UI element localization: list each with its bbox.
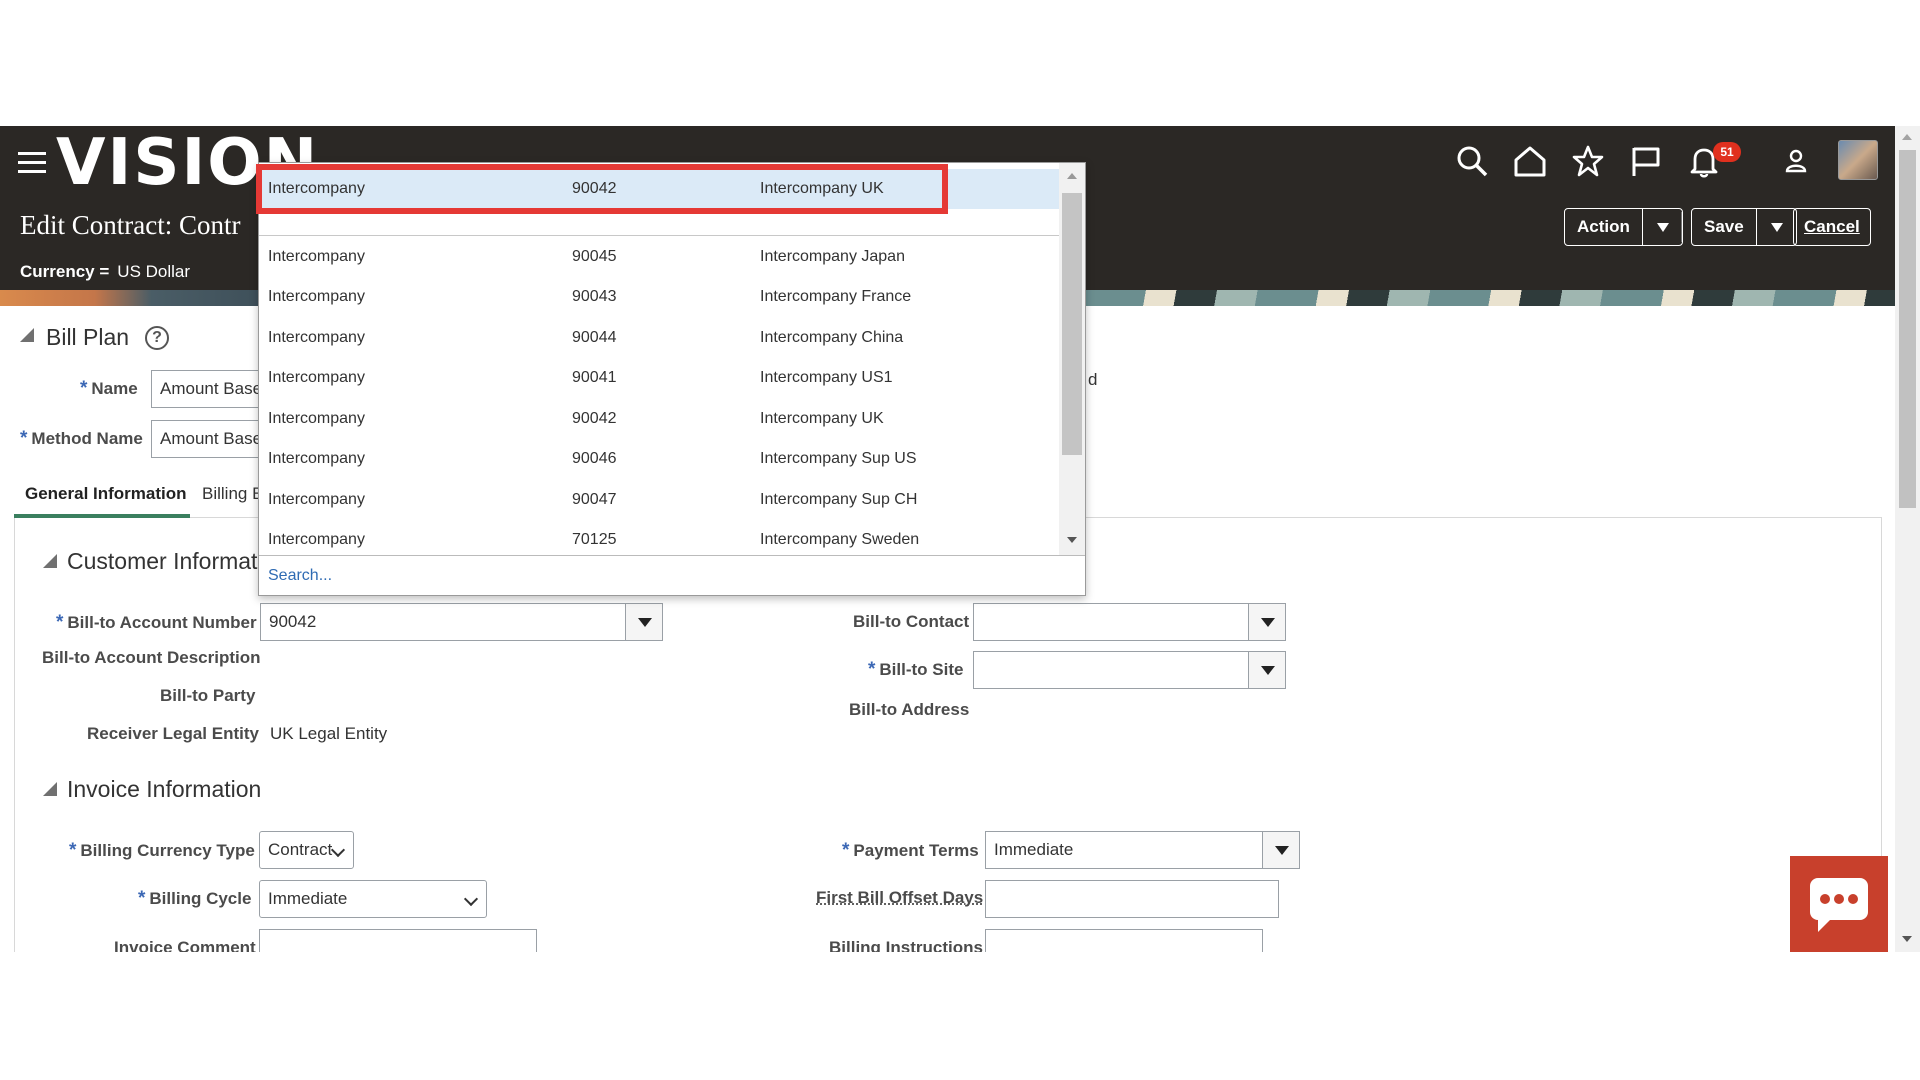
dropdown-option[interactable]: Intercompany 70125 Intercompany Sweden (259, 520, 1059, 557)
dropdown-options: Intercompany 90042 Intercompany UK Inter… (259, 163, 1059, 557)
chat-bubble-icon (1810, 878, 1868, 932)
page-scrollbar[interactable] (1895, 126, 1920, 952)
bill-to-account-number-dropdown-icon[interactable] (625, 603, 663, 641)
home-icon[interactable] (1513, 144, 1547, 178)
currency-label: Currency = (20, 262, 110, 281)
billing-currency-type-label: * Billing Currency Type (69, 840, 255, 861)
invoice-info-title: Invoice Information (67, 776, 262, 802)
scroll-thumb[interactable] (1062, 193, 1082, 455)
notification-count-badge: 51 (1713, 142, 1741, 162)
user-avatar[interactable] (1838, 140, 1878, 180)
bill-to-address-label: Bill-to Address (849, 700, 970, 719)
dropdown-option[interactable]: Intercompany 90044 Intercompany China (259, 318, 1059, 358)
currency-value: US Dollar (117, 262, 191, 281)
scroll-thumb[interactable] (1899, 150, 1916, 508)
save-dropdown-icon[interactable] (1755, 209, 1796, 245)
invoice-comment-label: Invoice Comment (114, 938, 256, 952)
method-name-input[interactable]: Amount Based (151, 420, 261, 458)
bill-to-site-input[interactable] (973, 651, 1251, 689)
invoice-comment-input[interactable] (259, 929, 537, 952)
tab-general-information[interactable]: General Information (25, 484, 187, 504)
dropdown-footer-divider (259, 555, 1085, 556)
bill-plan-collapse-icon[interactable] (20, 328, 34, 342)
chat-button[interactable] (1790, 856, 1888, 952)
billing-cycle-label: * Billing Cycle (138, 888, 252, 909)
dropdown-option[interactable]: Intercompany 90047 Intercompany Sup CH (259, 480, 1059, 520)
action-menu-button[interactable]: Action (1564, 208, 1683, 246)
dropdown-option-selected[interactable]: Intercompany 90042 Intercompany UK (259, 169, 1059, 209)
customer-info-title: Customer Informatic (67, 548, 275, 574)
favorites-star-icon[interactable] (1571, 144, 1605, 178)
payment-terms-label: * Payment Terms (842, 840, 979, 861)
action-dropdown-icon[interactable] (1641, 209, 1682, 245)
billing-cycle-select[interactable]: Immediate (259, 880, 487, 918)
bill-to-party-label: Bill-to Party (160, 686, 256, 705)
save-button-label: Save (1704, 217, 1744, 236)
billing-instructions-input[interactable] (985, 929, 1263, 952)
payment-terms-input[interactable]: Immediate (985, 831, 1265, 869)
billing-instructions-label: Billing Instructions (829, 938, 983, 952)
chevron-down-icon (330, 842, 346, 858)
first-bill-offset-days-input[interactable] (985, 880, 1279, 918)
name-label: * Name (80, 378, 138, 399)
first-bill-offset-days-label[interactable]: First Bill Offset Days (816, 888, 983, 908)
bill-to-contact-dropdown-icon[interactable] (1248, 603, 1286, 641)
partial-field-text: d (1088, 370, 1098, 389)
dropdown-option[interactable]: Intercompany 90046 Intercompany Sup US (259, 439, 1059, 479)
save-button[interactable]: Save (1691, 208, 1797, 246)
customer-info-collapse-icon[interactable] (43, 554, 57, 568)
dropdown-scrollbar[interactable] (1059, 163, 1085, 555)
dropdown-option[interactable]: Intercompany 90041 Intercompany US1 (259, 358, 1059, 398)
scroll-up-icon[interactable] (1902, 134, 1912, 140)
bill-to-account-number-label: * Bill-to Account Number (56, 612, 257, 633)
app-screen: VISION Edit Contract: Contr Currency = US… (0, 126, 1920, 952)
dropdown-option[interactable]: Intercompany 90045 Intercompany Japan (259, 237, 1059, 277)
page-title: Edit Contract: Contr (20, 210, 241, 240)
currency-info: Currency = US Dollar (20, 262, 190, 282)
payment-terms-dropdown-icon[interactable] (1262, 831, 1300, 869)
decorative-banner-right (1085, 290, 1895, 306)
receiver-legal-entity-value: UK Legal Entity (270, 724, 388, 743)
dropdown-option[interactable]: Intercompany 90043 Intercompany France (259, 277, 1059, 317)
user-icon[interactable] (1779, 144, 1813, 178)
action-button-label: Action (1577, 217, 1630, 236)
watchlist-flag-icon[interactable] (1629, 144, 1663, 178)
invoice-info-collapse-icon[interactable] (43, 782, 57, 796)
bill-to-contact-input[interactable] (973, 603, 1251, 641)
dropdown-divider (259, 235, 1059, 236)
name-input[interactable]: Amount Based (151, 370, 261, 408)
dropdown-search-link[interactable]: Search... (268, 567, 332, 585)
bill-to-site-dropdown-icon[interactable] (1248, 651, 1286, 689)
bill-to-account-description-label: Bill-to Account Description (42, 648, 261, 667)
chevron-down-icon (463, 891, 479, 907)
help-icon[interactable]: ? (145, 326, 169, 350)
toolbar-separator (1681, 212, 1682, 242)
scroll-down-icon[interactable] (1902, 936, 1912, 942)
cancel-button[interactable]: Cancel (1793, 208, 1871, 246)
bill-to-contact-label: Bill-to Contact (853, 612, 970, 631)
billing-currency-type-select[interactable]: Contract (259, 831, 354, 869)
bill-plan-title: Bill Plan (46, 324, 130, 350)
bill-to-account-dropdown-list: Intercompany 90042 Intercompany UK Inter… (258, 162, 1086, 596)
scroll-down-icon[interactable] (1067, 537, 1077, 543)
search-icon[interactable] (1455, 144, 1489, 178)
method-name-label: * Method Name (20, 428, 143, 449)
navigator-menu-icon[interactable] (18, 152, 46, 174)
scroll-up-icon[interactable] (1067, 173, 1077, 179)
receiver-legal-entity-label: Receiver Legal Entity (87, 724, 259, 743)
tab-billing[interactable]: Billing E (202, 484, 263, 504)
bill-to-account-number-input[interactable]: 90042 (260, 603, 628, 641)
dropdown-option[interactable]: Intercompany 90042 Intercompany UK (259, 399, 1059, 439)
bill-to-site-label: * Bill-to Site (868, 659, 964, 680)
